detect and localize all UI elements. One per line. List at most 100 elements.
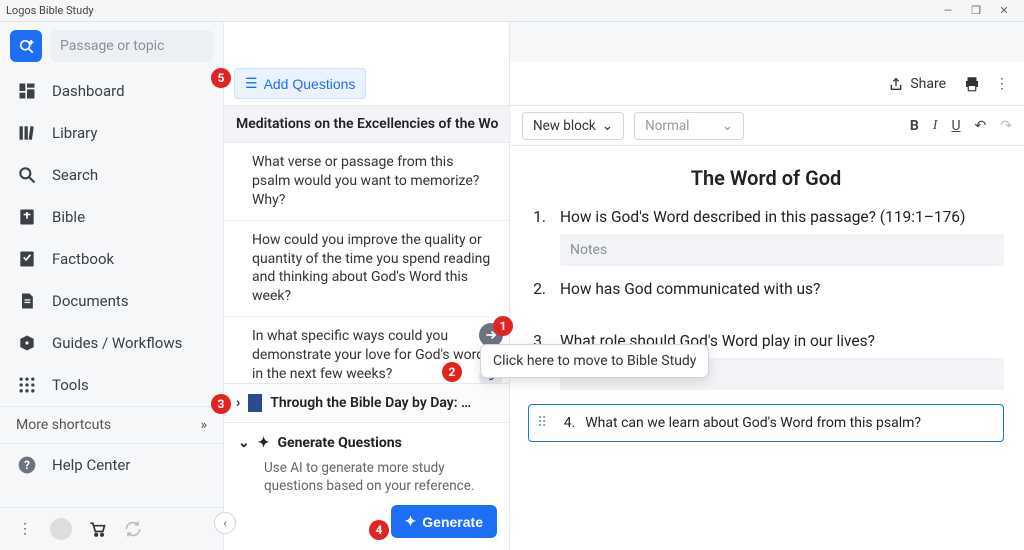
text-style-dropdown[interactable]: Normal ⌄ bbox=[634, 112, 744, 140]
sidebar-item-label: Tools bbox=[52, 376, 89, 394]
accordion-source[interactable]: › Through the Bible Day by Day: … bbox=[224, 383, 509, 423]
sidebar-item-label: Search bbox=[52, 166, 98, 184]
collapse-sidebar-button[interactable]: ‹ bbox=[214, 512, 236, 534]
window-minimize-icon[interactable]: — bbox=[934, 4, 962, 17]
more-menu-icon[interactable]: ⋮ bbox=[14, 518, 36, 540]
window-close-icon[interactable]: ✕ bbox=[990, 4, 1018, 17]
sidebar-item-label: Dashboard bbox=[52, 82, 125, 100]
chevron-down-icon[interactable]: ⌄ bbox=[238, 435, 250, 451]
source-title[interactable]: Meditations on the Excellencies of the W… bbox=[224, 106, 509, 143]
sidebar-item-search[interactable]: Search bbox=[0, 154, 223, 196]
generate-title: Generate Questions bbox=[277, 435, 401, 451]
chevron-down-icon: ⌄ bbox=[602, 118, 613, 134]
sidebar-item-documents[interactable]: Documents bbox=[0, 280, 223, 322]
question-number: 4. bbox=[557, 415, 575, 431]
sidebar-item-label: Factbook bbox=[52, 250, 114, 268]
sidebar-item-help[interactable]: ? Help Center bbox=[0, 444, 223, 486]
hamburger-icon: ☰ bbox=[245, 75, 258, 92]
block-type-dropdown[interactable]: New block ⌄ bbox=[522, 112, 624, 140]
study-question[interactable]: 2. How has God communicated with us? bbox=[528, 280, 1004, 298]
kebab-menu-icon[interactable]: ⋮ bbox=[992, 74, 1012, 94]
undo-icon[interactable]: ↶ bbox=[975, 118, 987, 134]
sidebar-item-library[interactable]: Library bbox=[0, 112, 223, 154]
document-title[interactable]: The Word of God bbox=[528, 166, 1004, 190]
notes-input[interactable]: Notes bbox=[560, 234, 1004, 266]
question-item[interactable]: What verse or passage from this psalm wo… bbox=[224, 143, 509, 221]
sidebar-item-guides[interactable]: Guides / Workflows bbox=[0, 322, 223, 364]
editor-toolbar: New block ⌄ Normal ⌄ B I U ↶ ↷ bbox=[510, 106, 1024, 146]
chevron-down-icon: ⌄ bbox=[722, 118, 733, 134]
print-icon[interactable] bbox=[962, 74, 982, 94]
sync-icon[interactable] bbox=[122, 518, 144, 540]
more-shortcuts-button[interactable]: More shortcuts » bbox=[0, 406, 223, 444]
generate-button[interactable]: ✦ Generate bbox=[391, 505, 497, 538]
sidebar-item-label: Guides / Workflows bbox=[52, 334, 182, 352]
redo-icon[interactable]: ↷ bbox=[1000, 118, 1012, 134]
callout-badge-2: 2 bbox=[442, 362, 462, 382]
documents-icon bbox=[16, 290, 38, 312]
text-style-label: Normal bbox=[645, 118, 689, 134]
factbook-icon bbox=[16, 248, 38, 270]
accordion-label: Through the Bible Day by Day: … bbox=[270, 395, 471, 411]
tooltip: Click here to move to Bible Study bbox=[480, 344, 709, 378]
library-icon bbox=[16, 122, 38, 144]
tools-icon bbox=[16, 374, 38, 396]
dashboard-icon bbox=[16, 80, 38, 102]
add-questions-label: Add Questions bbox=[264, 76, 356, 92]
share-icon bbox=[888, 76, 904, 92]
share-label: Share bbox=[910, 76, 946, 92]
help-icon: ? bbox=[16, 454, 38, 476]
question-number: 2. bbox=[528, 280, 546, 298]
question-text: How is God's Word described in this pass… bbox=[560, 208, 965, 226]
block-type-label: New block bbox=[533, 118, 596, 134]
sidebar-item-dashboard[interactable]: Dashboard bbox=[0, 70, 223, 112]
sidebar-item-tools[interactable]: Tools bbox=[0, 364, 223, 406]
questions-panel: ☰ Add Questions Meditations on the Excel… bbox=[224, 22, 510, 550]
generate-description: Use AI to generate more study questions … bbox=[238, 455, 497, 505]
bold-button[interactable]: B bbox=[910, 118, 919, 134]
sparkle-icon: ✦ bbox=[405, 513, 417, 530]
app-title: Logos Bible Study bbox=[6, 4, 94, 17]
sidebar-item-label: Documents bbox=[52, 292, 129, 310]
avatar[interactable] bbox=[50, 518, 72, 540]
guides-icon bbox=[16, 332, 38, 354]
sidebar-item-factbook[interactable]: Factbook bbox=[0, 238, 223, 280]
sidebar-item-label: Help Center bbox=[52, 456, 130, 474]
share-button[interactable]: Share bbox=[882, 72, 952, 96]
window-maximize-icon[interactable]: ❐ bbox=[962, 4, 990, 17]
study-question[interactable]: 1. How is God's Word described in this p… bbox=[528, 208, 1004, 226]
window-titlebar: Logos Bible Study — ❐ ✕ bbox=[0, 0, 1024, 22]
sidebar-bottom-bar: ⋮ bbox=[0, 507, 223, 550]
study-question-selected[interactable]: ⠿ 4. What can we learn about God's Word … bbox=[528, 404, 1004, 442]
sparkle-icon: ✦ bbox=[258, 435, 270, 451]
question-number: 1. bbox=[528, 208, 546, 226]
bible-icon bbox=[16, 206, 38, 228]
search-input[interactable]: Passage or topic bbox=[50, 30, 213, 62]
book-thumb-icon bbox=[248, 394, 262, 412]
question-item[interactable]: How could you improve the quality or qua… bbox=[224, 221, 509, 318]
app-logo[interactable] bbox=[10, 30, 42, 62]
svg-text:?: ? bbox=[24, 458, 30, 472]
sidebar-item-label: Bible bbox=[52, 208, 85, 226]
more-shortcuts-label: More shortcuts bbox=[16, 417, 111, 433]
callout-badge-5: 5 bbox=[211, 68, 231, 88]
callout-badge-3: 3 bbox=[211, 394, 231, 414]
italic-button[interactable]: I bbox=[933, 118, 938, 134]
underline-button[interactable]: U bbox=[951, 118, 960, 134]
generate-block: ⌄ ✦ Generate Questions Use AI to generat… bbox=[224, 423, 509, 550]
sidebar-item-bible[interactable]: Bible bbox=[0, 196, 223, 238]
question-text: What can we learn about God's Word from … bbox=[585, 415, 921, 431]
drag-handle-icon[interactable]: ⠿ bbox=[537, 415, 547, 431]
generate-button-label: Generate bbox=[422, 514, 483, 530]
callout-badge-4: 4 bbox=[369, 520, 389, 540]
callout-badge-1: 1 bbox=[493, 316, 513, 336]
search-icon bbox=[16, 164, 38, 186]
sidebar: Passage or topic Dashboard Library Searc… bbox=[0, 22, 224, 550]
chevron-right-icon: › bbox=[236, 395, 240, 411]
cart-icon[interactable] bbox=[86, 518, 108, 540]
sidebar-item-label: Library bbox=[52, 124, 97, 142]
question-text: How has God communicated with us? bbox=[560, 280, 820, 298]
expand-icon: » bbox=[200, 417, 207, 433]
add-questions-button[interactable]: ☰ Add Questions bbox=[234, 68, 366, 99]
question-item[interactable]: In what specific ways could you demonstr… bbox=[224, 317, 509, 382]
